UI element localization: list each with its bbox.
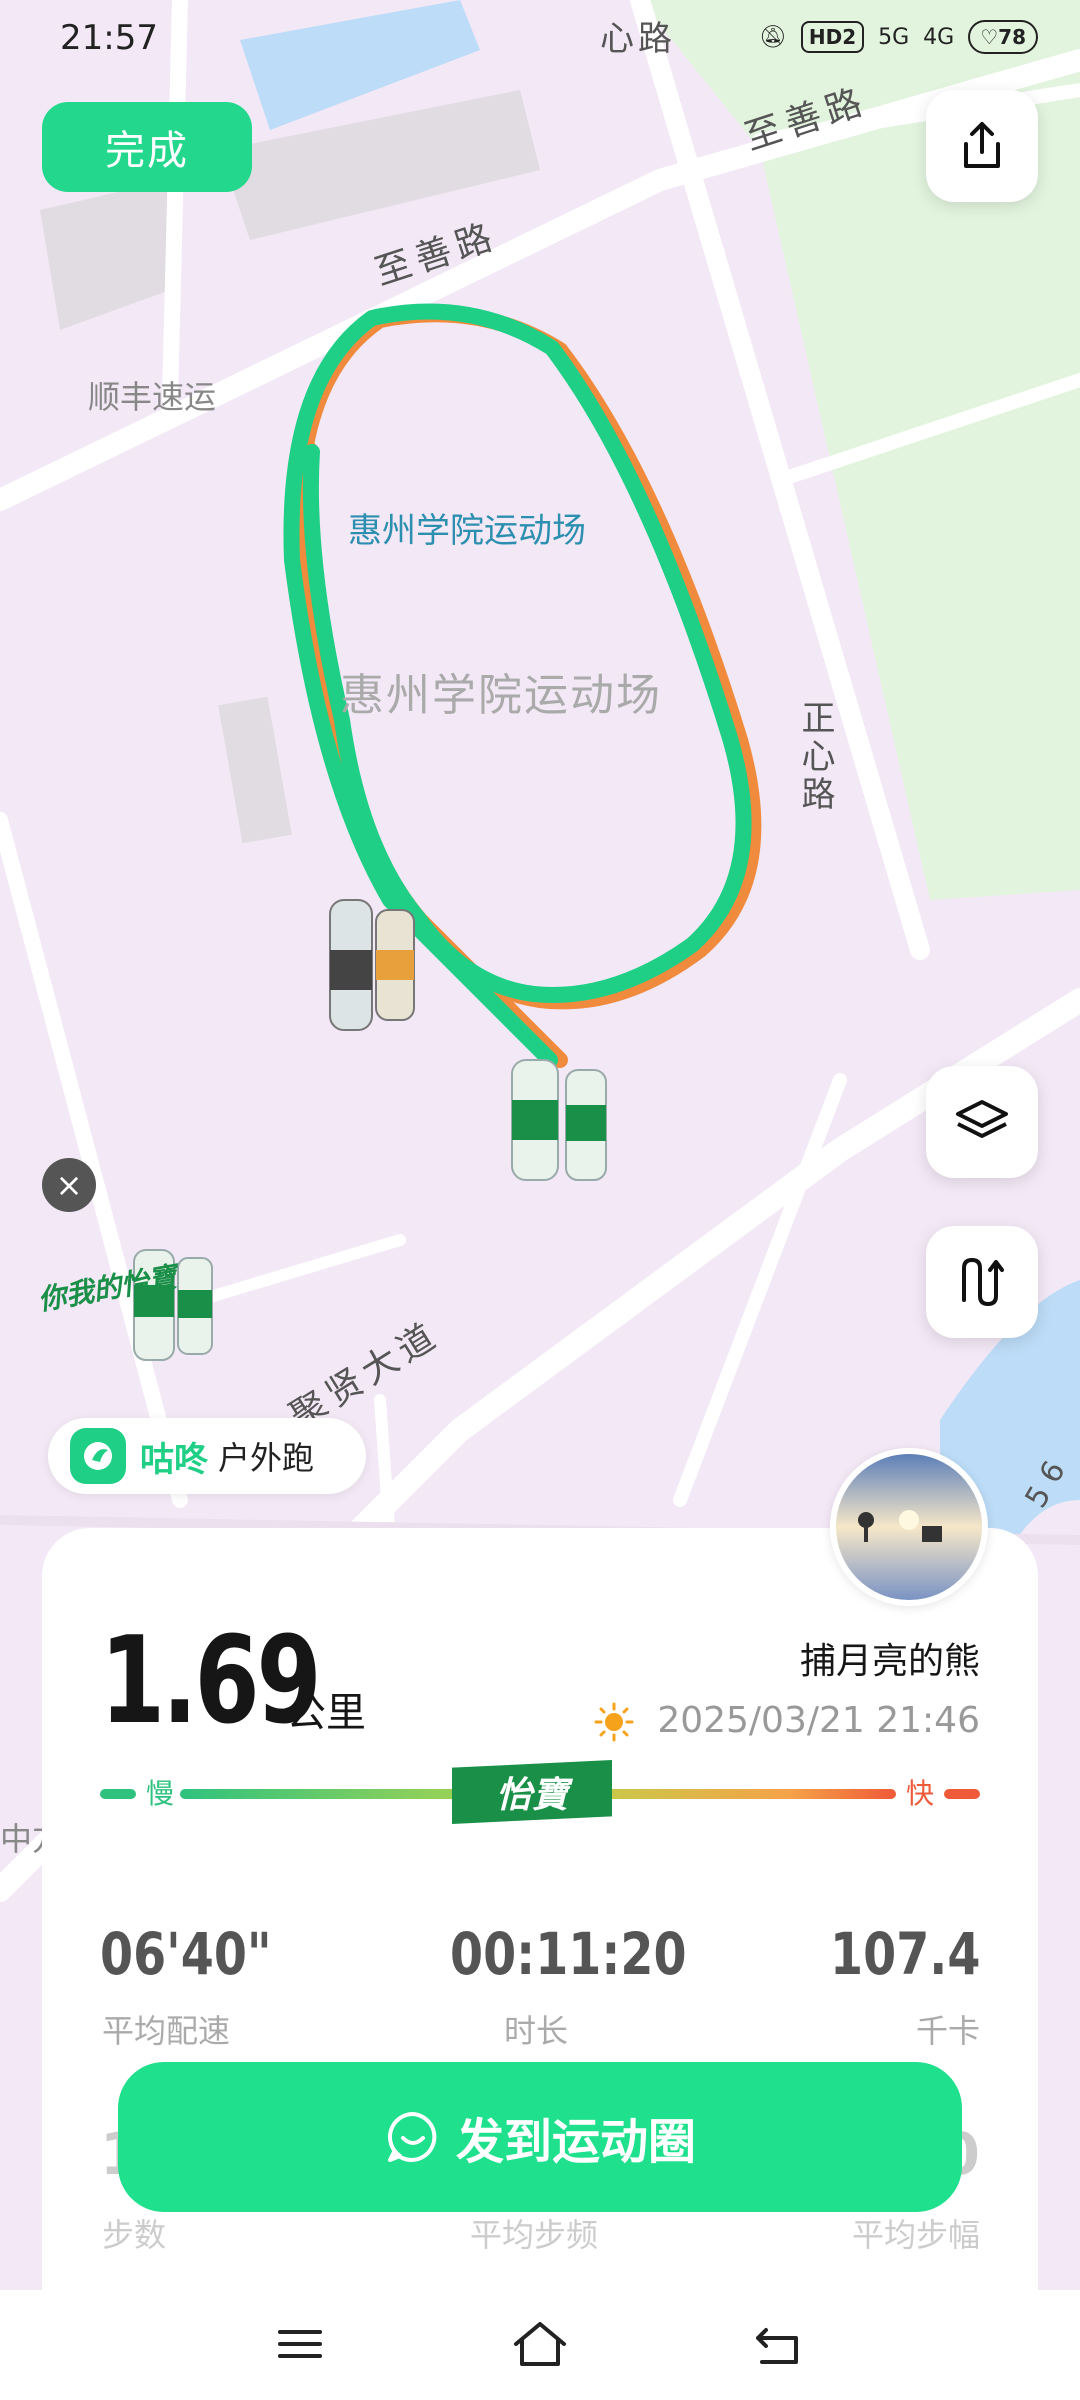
- post-to-feed-button[interactable]: 发到运动圈: [118, 2062, 962, 2212]
- app-name: 咕咚: [140, 1439, 208, 1480]
- mute-icon: 🔕︎: [758, 24, 787, 50]
- status-bar: 21:57 🔕︎ HD2 5G 4G ♡78: [0, 0, 1080, 80]
- signal-5g-icon: 5G: [878, 24, 910, 50]
- layers-icon: [956, 1100, 1008, 1138]
- system-nav-bar: [0, 2290, 1080, 2400]
- stride-label: 平均步幅: [851, 2216, 980, 2254]
- activity-mode: 户外跑: [218, 1439, 315, 1477]
- back-icon[interactable]: [752, 2318, 804, 2370]
- chat-smile-icon: [387, 2111, 437, 2162]
- avg-pace-value: 06'40": [100, 1920, 272, 1988]
- cadence-label: 平均步频: [470, 2216, 599, 2254]
- hd-icon: HD2: [800, 21, 865, 53]
- duration-label: 时长: [504, 2012, 569, 2050]
- road-label-right: 正心路: [795, 700, 835, 814]
- bottle-marker: [511, 1059, 607, 1181]
- avatar[interactable]: [830, 1448, 988, 1606]
- stadium-label-grey: 惠州学院运动场: [340, 670, 662, 721]
- post-button-label: 发到运动圈: [455, 2114, 696, 2170]
- share-icon: [964, 122, 1000, 168]
- done-button[interactable]: 完成: [42, 102, 252, 192]
- activity-datetime: 2025/03/21 21:46: [657, 1700, 980, 1741]
- app-logo-icon: [70, 1428, 126, 1484]
- poi-label: 顺丰速运: [88, 378, 216, 416]
- duration-value: 00:11:20: [450, 1920, 687, 1988]
- signal-4g-icon: 4G: [923, 24, 955, 50]
- distance-unit: 公里: [286, 1690, 366, 1736]
- avg-pace-label: 平均配速: [102, 2012, 231, 2050]
- brand-flag: 怡寶: [452, 1760, 612, 1824]
- share-button[interactable]: [926, 90, 1038, 202]
- close-ad-button[interactable]: ×: [42, 1158, 96, 1212]
- stadium-label-blue: 惠州学院运动场: [348, 511, 586, 551]
- calories-value: 107.4: [829, 1920, 980, 1988]
- pace-fast-label: 快: [906, 1777, 935, 1810]
- pace-slow-label: 慢: [146, 1777, 175, 1810]
- battery-icon: ♡78: [968, 20, 1038, 54]
- menu-icon[interactable]: [274, 2318, 326, 2370]
- status-time: 21:57: [60, 18, 158, 58]
- route-style-button[interactable]: [926, 1226, 1038, 1338]
- route-wave-icon: [962, 1257, 1004, 1307]
- map-layers-button[interactable]: [926, 1066, 1038, 1178]
- status-icons: 🔕︎ HD2 5G 4G ♡78: [759, 20, 1038, 54]
- close-icon: ×: [55, 1166, 83, 1204]
- steps-label: 步数: [102, 2216, 167, 2254]
- home-icon[interactable]: [510, 2318, 570, 2370]
- sun-icon: [594, 1702, 634, 1746]
- app-tag: 咕咚 户外跑: [48, 1418, 366, 1494]
- battery-level: 78: [998, 25, 1026, 49]
- username: 捕月亮的熊: [799, 1641, 980, 1682]
- calories-label: 千卡: [915, 2012, 980, 2050]
